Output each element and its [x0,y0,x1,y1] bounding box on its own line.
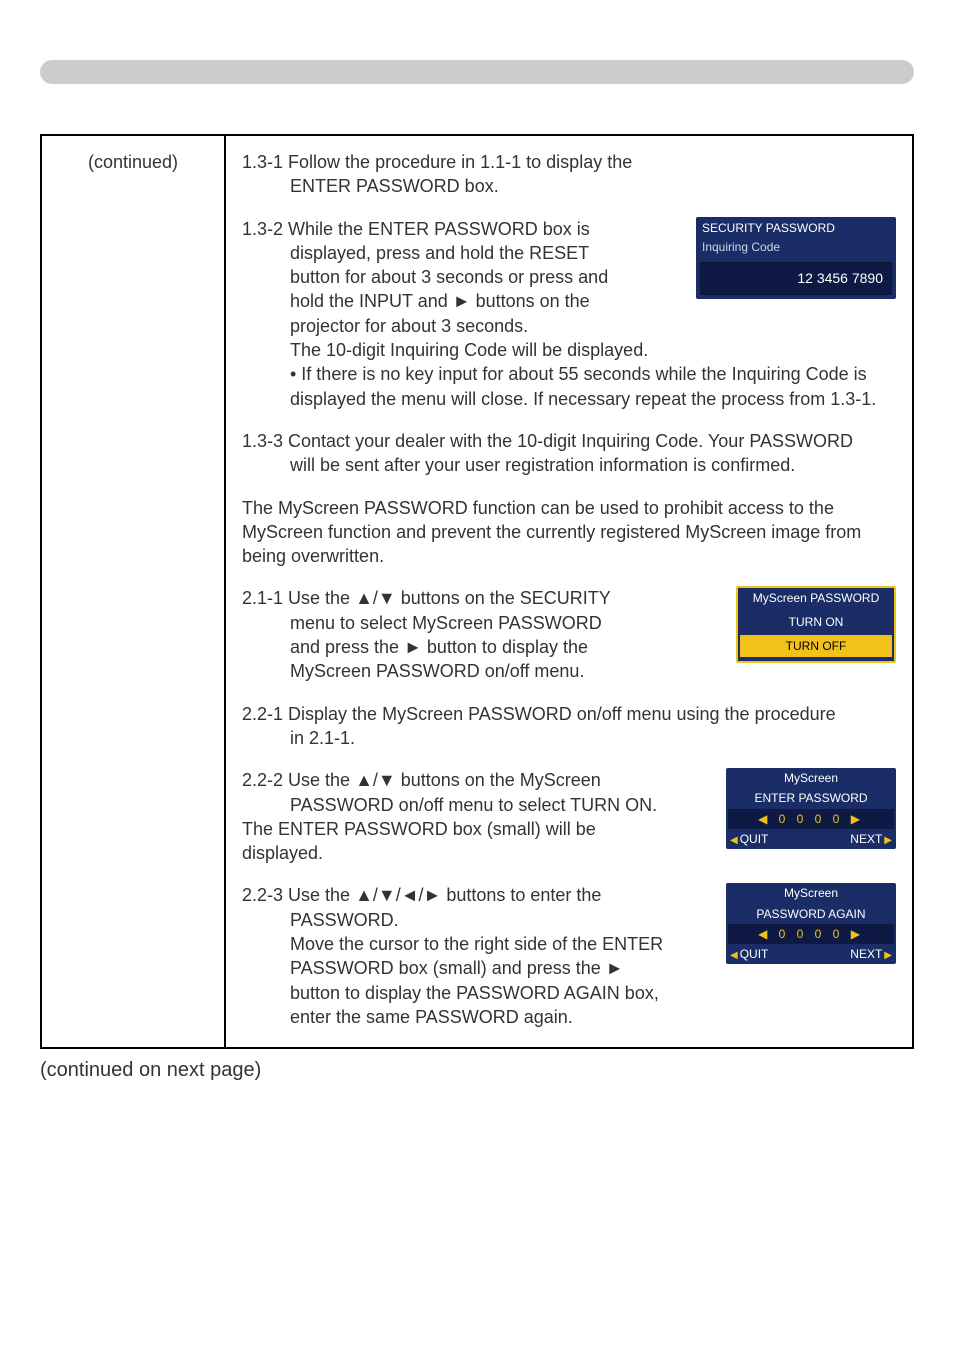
header-bar [40,60,914,84]
step-1-3-1: 1.3-1 Follow the procedure in 1.1-1 to d… [242,150,896,199]
step-text: The ENTER PASSWORD box (small) will be [242,819,596,839]
myscreen-password-onoff-box: MyScreen PASSWORD TURN ON TURN OFF [736,586,896,663]
inquiring-code: 12 3456 7890 [700,262,892,295]
box-line1: MyScreen [726,768,896,788]
password-again-box: MyScreen PASSWORD AGAIN ◀ 0 0 0 0 ▶ QUIT… [726,883,896,964]
box-line2: PASSWORD AGAIN [726,904,896,924]
step-text: enter the same PASSWORD again. [242,1005,896,1029]
step-text: in 2.1-1. [242,726,896,750]
option-turn-off[interactable]: TURN OFF [740,635,892,657]
box-line2: ENTER PASSWORD [726,788,896,808]
content-table: (continued) 1.3-1 Follow the procedure i… [40,134,914,1049]
box-subtitle: Inquiring Code [696,239,896,258]
password-digits[interactable]: ◀ 0 0 0 0 ▶ [728,809,894,829]
step-1-3-2: SECURITY PASSWORD Inquiring Code 12 3456… [242,217,896,411]
myscreen-intro: The MyScreen PASSWORD function can be us… [242,496,896,569]
step-text: 2.2-1 Display the MyScreen PASSWORD on/o… [242,704,836,724]
step-2-1-1: MyScreen PASSWORD TURN ON TURN OFF 2.1-1… [242,586,896,683]
option-turn-on[interactable]: TURN ON [740,611,892,633]
password-digits[interactable]: ◀ 0 0 0 0 ▶ [728,924,894,944]
step-text: 1.3-3 Contact your dealer with the 10-di… [242,431,853,451]
step-text: projector for about 3 seconds. [242,314,896,338]
step-text: 2.1-1 Use the ▲/▼ buttons on the SECURIT… [242,588,611,608]
right-column: 1.3-1 Follow the procedure in 1.1-1 to d… [225,135,913,1048]
enter-password-box: MyScreen ENTER PASSWORD ◀ 0 0 0 0 ▶ QUIT… [726,768,896,849]
left-column-text: (continued) [88,152,178,172]
box-title: MyScreen PASSWORD [738,588,894,608]
step-text: displayed. [242,843,323,863]
step-text: The 10-digit Inquiring Code will be disp… [242,338,896,362]
step-text: 2.2-2 Use the ▲/▼ buttons on the MyScree… [242,770,601,790]
step-1-3-3: 1.3-3 Contact your dealer with the 10-di… [242,429,896,478]
box-title: SECURITY PASSWORD [696,217,896,239]
next-button[interactable]: NEXT [850,831,892,848]
quit-button[interactable]: QUIT [730,946,768,963]
box-line1: MyScreen [726,883,896,903]
next-button[interactable]: NEXT [850,946,892,963]
step-text: 2.2-3 Use the ▲/▼/◄/► buttons to enter t… [242,885,601,905]
step-bullet: • If there is no key input for about 55 … [242,362,896,411]
step-text: ENTER PASSWORD box. [242,174,896,198]
continued-note: (continued on next page) [40,1059,914,1082]
step-2-2-1: 2.2-1 Display the MyScreen PASSWORD on/o… [242,702,896,751]
left-column: (continued) [41,135,225,1048]
step-2-2-3: MyScreen PASSWORD AGAIN ◀ 0 0 0 0 ▶ QUIT… [242,883,896,1029]
step-text: 1.3-2 While the ENTER PASSWORD box is [242,219,590,239]
quit-button[interactable]: QUIT [730,831,768,848]
step-2-2-2: MyScreen ENTER PASSWORD ◀ 0 0 0 0 ▶ QUIT… [242,768,896,865]
step-text: will be sent after your user registratio… [242,453,896,477]
step-text: 1.3-1 Follow the procedure in 1.1-1 to d… [242,152,632,172]
security-password-box: SECURITY PASSWORD Inquiring Code 12 3456… [696,217,896,299]
step-text: button to display the PASSWORD AGAIN box… [242,981,896,1005]
